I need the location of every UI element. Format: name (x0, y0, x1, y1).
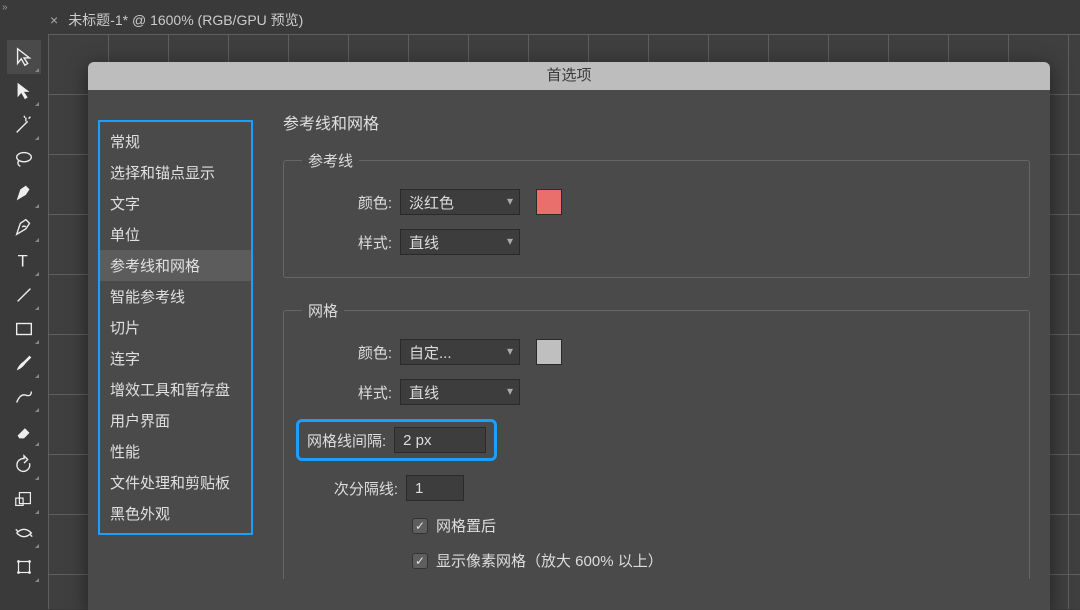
category-file-clipboard[interactable]: 文件处理和剪贴板 (100, 467, 251, 498)
grid-group: 网格 颜色: 自定... 样式: 直线 网格线间隔: 次分 (283, 300, 1030, 579)
category-units[interactable]: 单位 (100, 219, 251, 250)
magic-wand-tool[interactable] (7, 108, 41, 142)
preference-category-list: 常规 选择和锚点显示 文字 单位 参考线和网格 智能参考线 切片 连字 增效工具… (98, 120, 253, 535)
guides-color-label: 颜色: (302, 192, 392, 213)
gridline-every-input[interactable] (394, 427, 486, 453)
document-title: 未标题-1* @ 1600% (RGB/GPU 预览) (68, 10, 303, 30)
grid-color-select[interactable]: 自定... (400, 339, 520, 365)
pane-title: 参考线和网格 (283, 110, 1030, 134)
gridline-every-highlight: 网格线间隔: (296, 419, 497, 461)
scale-tool[interactable] (7, 482, 41, 516)
category-type[interactable]: 文字 (100, 188, 251, 219)
category-slices[interactable]: 切片 (100, 312, 251, 343)
dialog-title: 首选项 (88, 62, 1050, 90)
width-tool[interactable] (7, 516, 41, 550)
direct-selection-tool[interactable] (7, 74, 41, 108)
lasso-tool[interactable] (7, 142, 41, 176)
category-hyphenation[interactable]: 连字 (100, 343, 251, 374)
grid-color-label: 颜色: (302, 342, 392, 363)
document-tab[interactable]: × 未标题-1* @ 1600% (RGB/GPU 预览) (50, 8, 303, 32)
preference-content-pane: 参考线和网格 参考线 颜色: 淡红色 样式: 直线 网格 颜色: 自定... (263, 90, 1050, 610)
category-general[interactable]: 常规 (100, 126, 251, 157)
tool-palette: T (0, 34, 48, 584)
category-plugins-scratch[interactable]: 增效工具和暂存盘 (100, 374, 251, 405)
category-ui[interactable]: 用户界面 (100, 405, 251, 436)
line-segment-tool[interactable] (7, 278, 41, 312)
guides-legend: 参考线 (302, 150, 359, 171)
guides-style-select[interactable]: 直线 (400, 229, 520, 255)
gridline-every-label: 网格线间隔: (307, 430, 386, 451)
pen-tool[interactable] (7, 176, 41, 210)
category-guides-grid[interactable]: 参考线和网格 (100, 250, 251, 281)
show-pixel-grid-checkbox[interactable] (412, 553, 428, 569)
grid-color-swatch[interactable] (536, 339, 562, 365)
grids-in-back-checkbox[interactable] (412, 518, 428, 534)
grid-style-label: 样式: (302, 382, 392, 403)
subdivisions-input[interactable] (406, 475, 464, 501)
category-smart-guides[interactable]: 智能参考线 (100, 281, 251, 312)
curvature-tool[interactable] (7, 210, 41, 244)
close-icon[interactable]: × (50, 12, 58, 28)
chevron-double-right-icon[interactable]: » (2, 2, 8, 13)
subdivisions-label: 次分隔线: (302, 478, 398, 499)
preferences-dialog: 首选项 常规 选择和锚点显示 文字 单位 参考线和网格 智能参考线 切片 连字 … (88, 62, 1050, 610)
guides-color-select[interactable]: 淡红色 (400, 189, 520, 215)
shaper-tool[interactable] (7, 380, 41, 414)
show-pixel-grid-label: 显示像素网格（放大 600% 以上） (436, 550, 663, 571)
free-transform-tool[interactable] (7, 550, 41, 584)
guides-style-label: 样式: (302, 232, 392, 253)
category-black-appearance[interactable]: 黑色外观 (100, 498, 251, 529)
type-tool[interactable]: T (7, 244, 41, 278)
guides-color-swatch[interactable] (536, 189, 562, 215)
guides-group: 参考线 颜色: 淡红色 样式: 直线 (283, 150, 1030, 278)
paintbrush-tool[interactable] (7, 346, 41, 380)
category-performance[interactable]: 性能 (100, 436, 251, 467)
rotate-tool[interactable] (7, 448, 41, 482)
category-selection-anchor[interactable]: 选择和锚点显示 (100, 157, 251, 188)
grid-legend: 网格 (302, 300, 344, 321)
rectangle-tool[interactable] (7, 312, 41, 346)
svg-text:T: T (18, 253, 28, 271)
grids-in-back-label: 网格置后 (436, 515, 496, 536)
eraser-tool[interactable] (7, 414, 41, 448)
selection-tool[interactable] (7, 40, 41, 74)
grid-style-select[interactable]: 直线 (400, 379, 520, 405)
